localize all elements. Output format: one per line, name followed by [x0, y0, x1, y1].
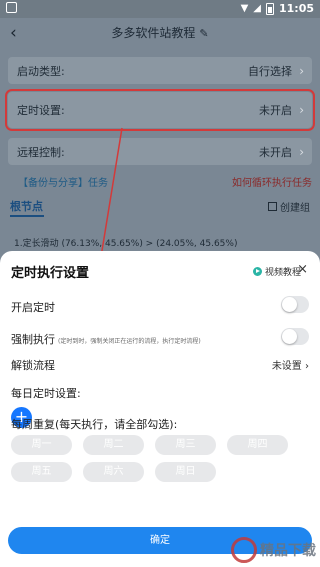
watermark-text: 精品下载	[260, 543, 316, 559]
enable-timer-toggle[interactable]	[281, 296, 309, 313]
unlock-flow-value-text: 未设置	[271, 361, 302, 372]
watermark-logo-icon	[231, 537, 257, 563]
enable-timer-label: 开启定时	[11, 301, 55, 314]
unlock-flow-value: 未设置 ›	[272, 357, 309, 372]
weekly-repeat-row: 每周重复(每天执行，请全部勾选):	[11, 416, 309, 432]
force-exec-note: (定时到时，强制关闭正在运行的流程，执行定时流程)	[58, 338, 201, 345]
weekday-chip-sun[interactable]: 周日	[155, 462, 216, 482]
unlock-flow-row[interactable]: 解锁流程 未设置 ›	[11, 357, 309, 373]
weekly-repeat-label: 每周重复(每天执行，请全部勾选):	[11, 418, 178, 431]
daily-setting-label: 每日定时设置:	[11, 387, 81, 400]
weekday-chip-wed[interactable]: 周三	[155, 435, 216, 455]
video-tutorial-link[interactable]: 视频教程	[253, 265, 301, 278]
daily-setting-row: 每日定时设置:	[11, 385, 309, 401]
weekday-chip-mon[interactable]: 周一	[11, 435, 72, 455]
weekday-chip-thu[interactable]: 周四	[227, 435, 288, 455]
video-tutorial-label: 视频教程	[265, 268, 302, 278]
enable-timer-row: 开启定时	[11, 296, 309, 315]
watermark: 精品下载	[231, 537, 316, 563]
force-exec-label: 强制执行	[11, 333, 55, 346]
weekday-chip-fri[interactable]: 周五	[11, 462, 72, 482]
force-exec-toggle[interactable]	[281, 328, 309, 345]
force-exec-row: 强制执行 (定时到时，强制关闭正在运行的流程，执行定时流程)	[11, 328, 309, 347]
timer-bottom-sheet: 定时执行设置 视频教程 × 开启定时 强制执行 (定时到时，强制关闭正在运行的流程…	[0, 251, 320, 567]
weekday-chip-sat[interactable]: 周六	[83, 462, 144, 482]
weekday-chip-tue[interactable]: 周二	[83, 435, 144, 455]
chevron-right-icon: ›	[305, 361, 309, 372]
unlock-flow-label: 解锁流程	[11, 359, 55, 372]
sheet-title: 定时执行设置	[11, 266, 90, 281]
close-icon[interactable]: ×	[297, 262, 308, 277]
play-icon	[253, 267, 262, 276]
